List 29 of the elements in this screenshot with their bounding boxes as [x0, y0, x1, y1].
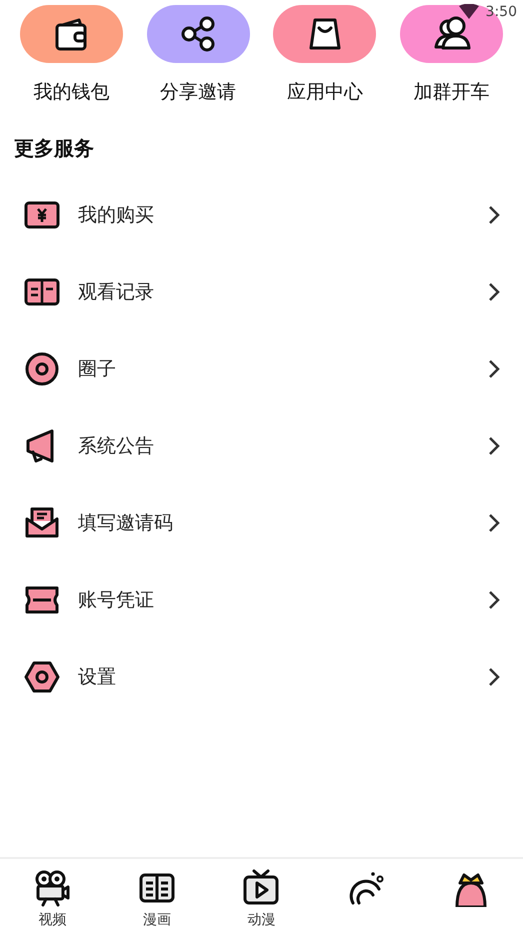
- tab[interactable]: 视频: [0, 859, 105, 935]
- service-label[interactable]: 填写邀请码: [78, 510, 487, 536]
- service-label[interactable]: 设置: [78, 664, 487, 690]
- service-label[interactable]: 系统公告: [78, 432, 487, 458]
- chevron-right-icon: [487, 512, 501, 532]
- chevron-right-icon: [487, 436, 501, 456]
- chevron-right-icon: [487, 204, 501, 224]
- section-title: 更多服务: [13, 135, 95, 162]
- movie-camera-icon: [33, 869, 72, 907]
- tv-icon: [242, 869, 280, 907]
- wifi-icon: [458, 4, 480, 20]
- chevron-right-icon: [487, 666, 501, 686]
- shortcut-label: 分享邀请: [160, 80, 236, 105]
- mail-icon: [24, 504, 60, 540]
- planet-icon: [347, 869, 386, 907]
- ring-icon: [24, 350, 60, 386]
- shortcut-label: 应用中心: [286, 80, 363, 105]
- settings-icon: [24, 658, 60, 694]
- chevron-right-icon: [487, 282, 501, 302]
- tab[interactable]: 动漫: [209, 859, 314, 935]
- shortcut-label: 我的钱包: [33, 80, 110, 105]
- service-label[interactable]: 我的购买: [78, 202, 487, 228]
- service-label[interactable]: 圈子: [78, 356, 487, 382]
- service-label[interactable]: 账号凭证: [78, 586, 487, 612]
- shortcut-label: 加群开车: [414, 80, 490, 105]
- service-label[interactable]: 观看记录: [78, 278, 487, 304]
- chevron-right-icon: [487, 358, 501, 378]
- chevron-right-icon: [487, 590, 501, 610]
- tab[interactable]: 漫画: [104, 859, 210, 935]
